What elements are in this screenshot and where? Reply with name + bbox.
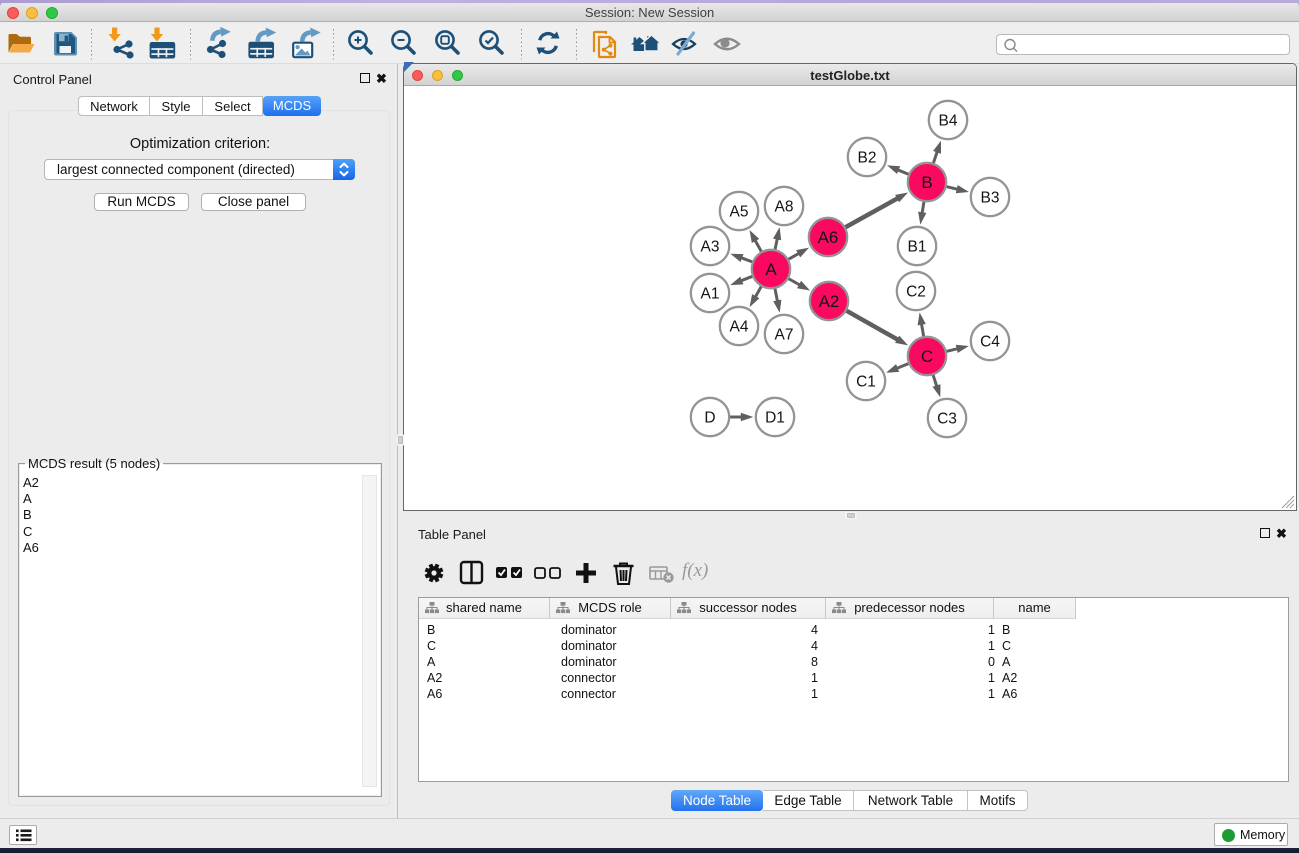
svg-text:C: C [921,347,933,366]
svg-text:D1: D1 [765,410,785,427]
svg-text:D: D [704,410,715,427]
svg-text:A1: A1 [701,286,720,303]
svg-text:B2: B2 [858,150,877,167]
svg-text:A6: A6 [818,228,839,247]
svg-text:A5: A5 [730,204,749,221]
svg-text:A3: A3 [701,239,720,256]
svg-text:A2: A2 [819,292,840,311]
svg-text:A4: A4 [730,319,749,336]
svg-text:A: A [765,260,777,279]
svg-text:C3: C3 [937,411,957,428]
svg-text:B4: B4 [939,113,958,130]
svg-text:C2: C2 [906,284,926,301]
svg-text:A8: A8 [775,199,794,216]
svg-text:C4: C4 [980,334,1000,351]
svg-text:A7: A7 [775,327,794,344]
svg-text:C1: C1 [856,374,876,391]
svg-text:B3: B3 [981,190,1000,207]
svg-text:B: B [921,173,932,192]
svg-text:B1: B1 [908,239,927,256]
